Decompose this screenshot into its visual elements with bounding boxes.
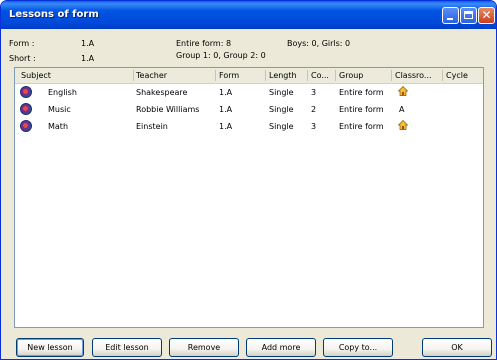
cell-subject: Math: [48, 122, 69, 131]
maximize-icon: [464, 11, 473, 19]
cell-length: Single: [269, 105, 294, 114]
table-row[interactable]: Music Robbie Williams 1.A Single 2 Entir…: [15, 101, 483, 118]
close-button[interactable]: ✕: [478, 7, 495, 24]
group-counts: Group 1: 0, Group 2: 0: [176, 51, 266, 60]
table-row[interactable]: Math Einstein 1.A Single 3 Entire form: [15, 118, 483, 135]
subject-icon: [20, 120, 32, 132]
column-separator[interactable]: [335, 70, 336, 81]
cell-length: Single: [269, 88, 294, 97]
cell-subject: Music: [48, 105, 71, 114]
lessons-of-form-window: Lessons of form ✕ Form : 1.A Short : 1.A…: [0, 0, 497, 360]
subject-icon: [20, 103, 32, 115]
copy-to-button[interactable]: Copy to...: [323, 338, 393, 357]
title-bar[interactable]: Lessons of form ✕: [1, 1, 496, 29]
cell-form: 1.A: [219, 122, 233, 131]
minimize-icon: [447, 18, 453, 20]
column-header-subject[interactable]: Subject: [21, 71, 51, 80]
cell-subject: English: [48, 88, 77, 97]
entire-form-count: Entire form: 8: [176, 39, 232, 48]
cell-group: Entire form: [339, 105, 384, 114]
house-icon: [398, 86, 408, 96]
cell-count: 3: [311, 88, 317, 97]
column-separator[interactable]: [442, 70, 443, 81]
column-separator[interactable]: [215, 70, 216, 81]
cell-group: Entire form: [339, 88, 384, 97]
cell-teacher: Einstein: [136, 122, 168, 131]
short-label: Short :: [9, 54, 36, 63]
column-separator[interactable]: [265, 70, 266, 81]
remove-button[interactable]: Remove: [169, 338, 239, 357]
column-header-classroom[interactable]: Classro...: [395, 71, 432, 80]
cell-count: 3: [311, 122, 317, 131]
cell-classroom: A: [399, 105, 405, 114]
edit-lesson-button[interactable]: Edit lesson: [92, 338, 162, 357]
column-separator[interactable]: [307, 70, 308, 81]
ok-button[interactable]: OK: [422, 338, 492, 357]
close-icon: ✕: [481, 8, 492, 22]
form-value: 1.A: [81, 39, 95, 48]
column-separator[interactable]: [391, 70, 392, 81]
house-icon: [398, 120, 408, 130]
new-lesson-button[interactable]: New lesson: [16, 338, 84, 357]
column-header-count[interactable]: Co...: [311, 71, 329, 80]
column-separator[interactable]: [133, 70, 134, 81]
column-header-form[interactable]: Form: [219, 71, 239, 80]
lessons-list[interactable]: Subject Teacher Form Length Co... Group …: [14, 67, 484, 328]
cell-group: Entire form: [339, 122, 384, 131]
column-header-cycle[interactable]: Cycle: [446, 71, 468, 80]
cell-teacher: Shakespeare: [136, 88, 188, 97]
cell-teacher: Robbie Williams: [136, 105, 200, 114]
cell-form: 1.A: [219, 105, 233, 114]
cell-length: Single: [269, 122, 294, 131]
subject-icon: [20, 86, 32, 98]
short-value: 1.A: [81, 54, 95, 63]
column-header-group[interactable]: Group: [339, 71, 363, 80]
form-label: Form :: [9, 39, 35, 48]
column-header-teacher[interactable]: Teacher: [136, 71, 167, 80]
column-header-length[interactable]: Length: [269, 71, 297, 80]
table-row[interactable]: English Shakespeare 1.A Single 3 Entire …: [15, 84, 483, 101]
window-title: Lessons of form: [9, 9, 99, 20]
boys-girls-count: Boys: 0, Girls: 0: [287, 39, 351, 48]
cell-count: 2: [311, 105, 317, 114]
list-header: Subject Teacher Form Length Co... Group …: [15, 68, 483, 84]
maximize-button[interactable]: [460, 7, 477, 24]
cell-form: 1.A: [219, 88, 233, 97]
add-more-button[interactable]: Add more: [246, 338, 316, 357]
minimize-button[interactable]: [442, 7, 459, 24]
